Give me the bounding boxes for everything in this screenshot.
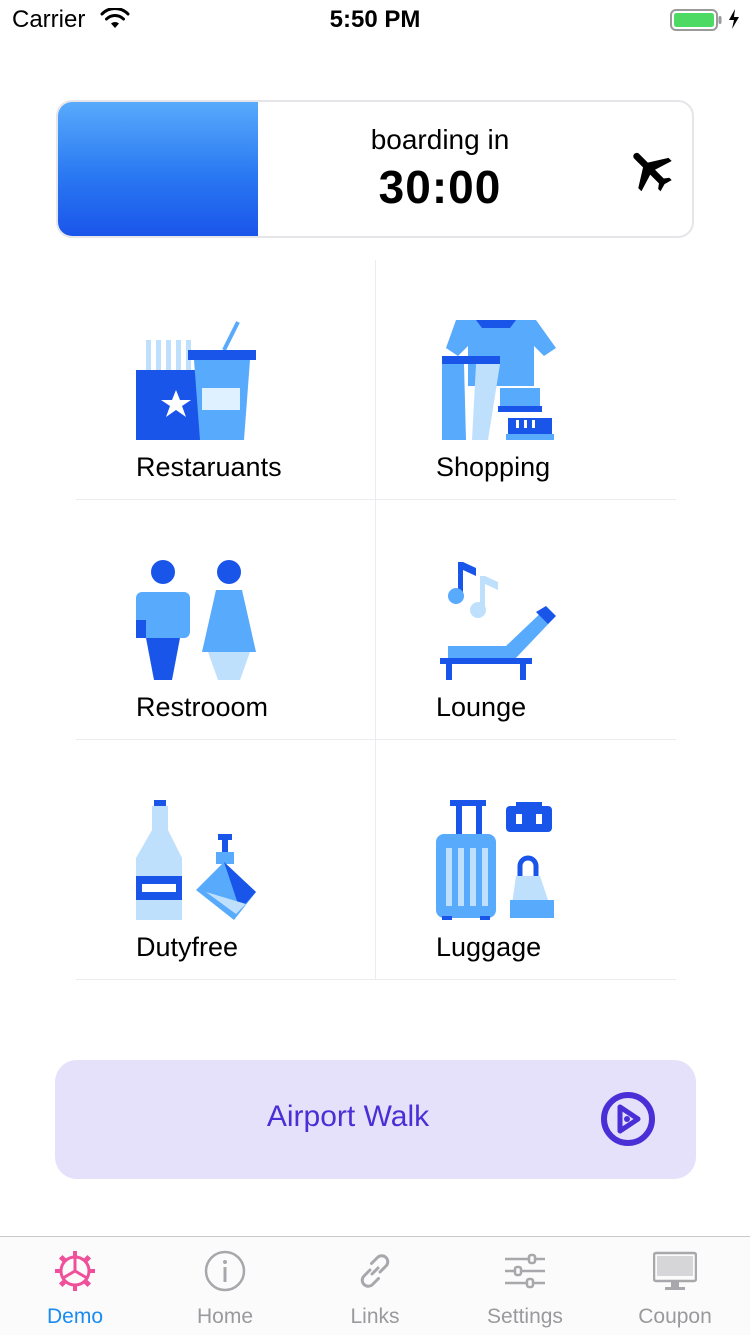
boarding-progress-gradient xyxy=(58,102,258,236)
lounge-icon xyxy=(440,562,556,680)
tab-coupon[interactable]: Coupon xyxy=(600,1237,750,1335)
gear-icon xyxy=(55,1251,95,1291)
tab-settings[interactable]: Settings xyxy=(450,1237,600,1335)
category-luggage[interactable]: Luggage xyxy=(376,740,676,980)
monitor-icon xyxy=(653,1251,697,1290)
category-label: Dutyfree xyxy=(136,932,239,962)
tab-label: Demo xyxy=(46,1305,104,1328)
restaurant-icon xyxy=(136,321,256,440)
airplane-icon xyxy=(633,152,672,192)
tab-label: Links xyxy=(350,1305,400,1328)
play-circle-icon xyxy=(601,1092,655,1146)
tab-label: Settings xyxy=(487,1305,563,1328)
tab-bar: Demo Home Links Settings Coupon xyxy=(0,1236,750,1335)
info-icon xyxy=(204,1250,246,1292)
category-label: Restrooom xyxy=(136,692,269,722)
shopping-icon xyxy=(442,320,556,440)
restroom-icon xyxy=(136,560,256,680)
status-bar: Carrier 5:50 PM xyxy=(0,0,750,40)
battery-icon xyxy=(670,9,722,31)
category-label: Lounge xyxy=(436,692,527,722)
tab-demo[interactable]: Demo xyxy=(0,1237,150,1335)
tab-label: Coupon xyxy=(638,1305,712,1328)
sliders-icon xyxy=(505,1253,545,1289)
airport-walk-button[interactable]: Airport Walk xyxy=(55,1060,696,1179)
boarding-countdown: 30:00 xyxy=(378,161,502,213)
boarding-card: boarding in 30:00 xyxy=(56,100,694,238)
tab-links[interactable]: Links xyxy=(300,1237,450,1335)
clock: 5:50 PM xyxy=(329,6,421,33)
tab-label: Home xyxy=(196,1305,254,1328)
category-restaurants[interactable]: Restaruants xyxy=(76,260,376,500)
boarding-label: boarding in xyxy=(370,124,510,155)
category-shopping[interactable]: Shopping xyxy=(376,260,676,500)
dutyfree-icon xyxy=(136,800,256,920)
category-label: Restaruants xyxy=(136,452,282,482)
tab-home[interactable]: Home xyxy=(150,1237,300,1335)
category-label: Shopping xyxy=(436,452,551,482)
link-icon xyxy=(360,1254,390,1288)
category-restroom[interactable]: Restrooom xyxy=(76,500,376,740)
airport-walk-label: Airport Walk xyxy=(266,1100,430,1133)
category-lounge[interactable]: Lounge xyxy=(376,500,676,740)
category-grid: Restaruants Shopping Restrooom Lounge Du… xyxy=(76,260,676,980)
charging-bolt-icon xyxy=(729,9,739,29)
luggage-icon xyxy=(436,800,554,920)
category-label: Luggage xyxy=(436,932,542,962)
category-dutyfree[interactable]: Dutyfree xyxy=(76,740,376,980)
